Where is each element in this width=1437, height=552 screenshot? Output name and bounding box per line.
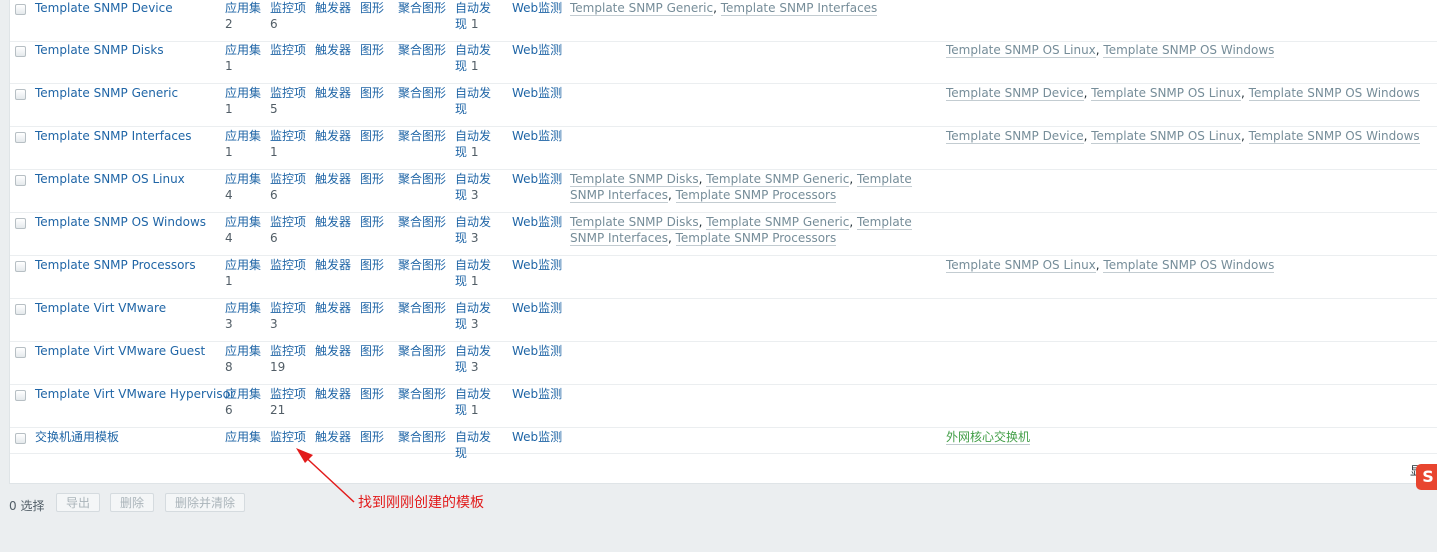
annotation-arrow: [296, 448, 355, 503]
annotation-note: 找到刚刚创建的模板: [358, 495, 484, 511]
